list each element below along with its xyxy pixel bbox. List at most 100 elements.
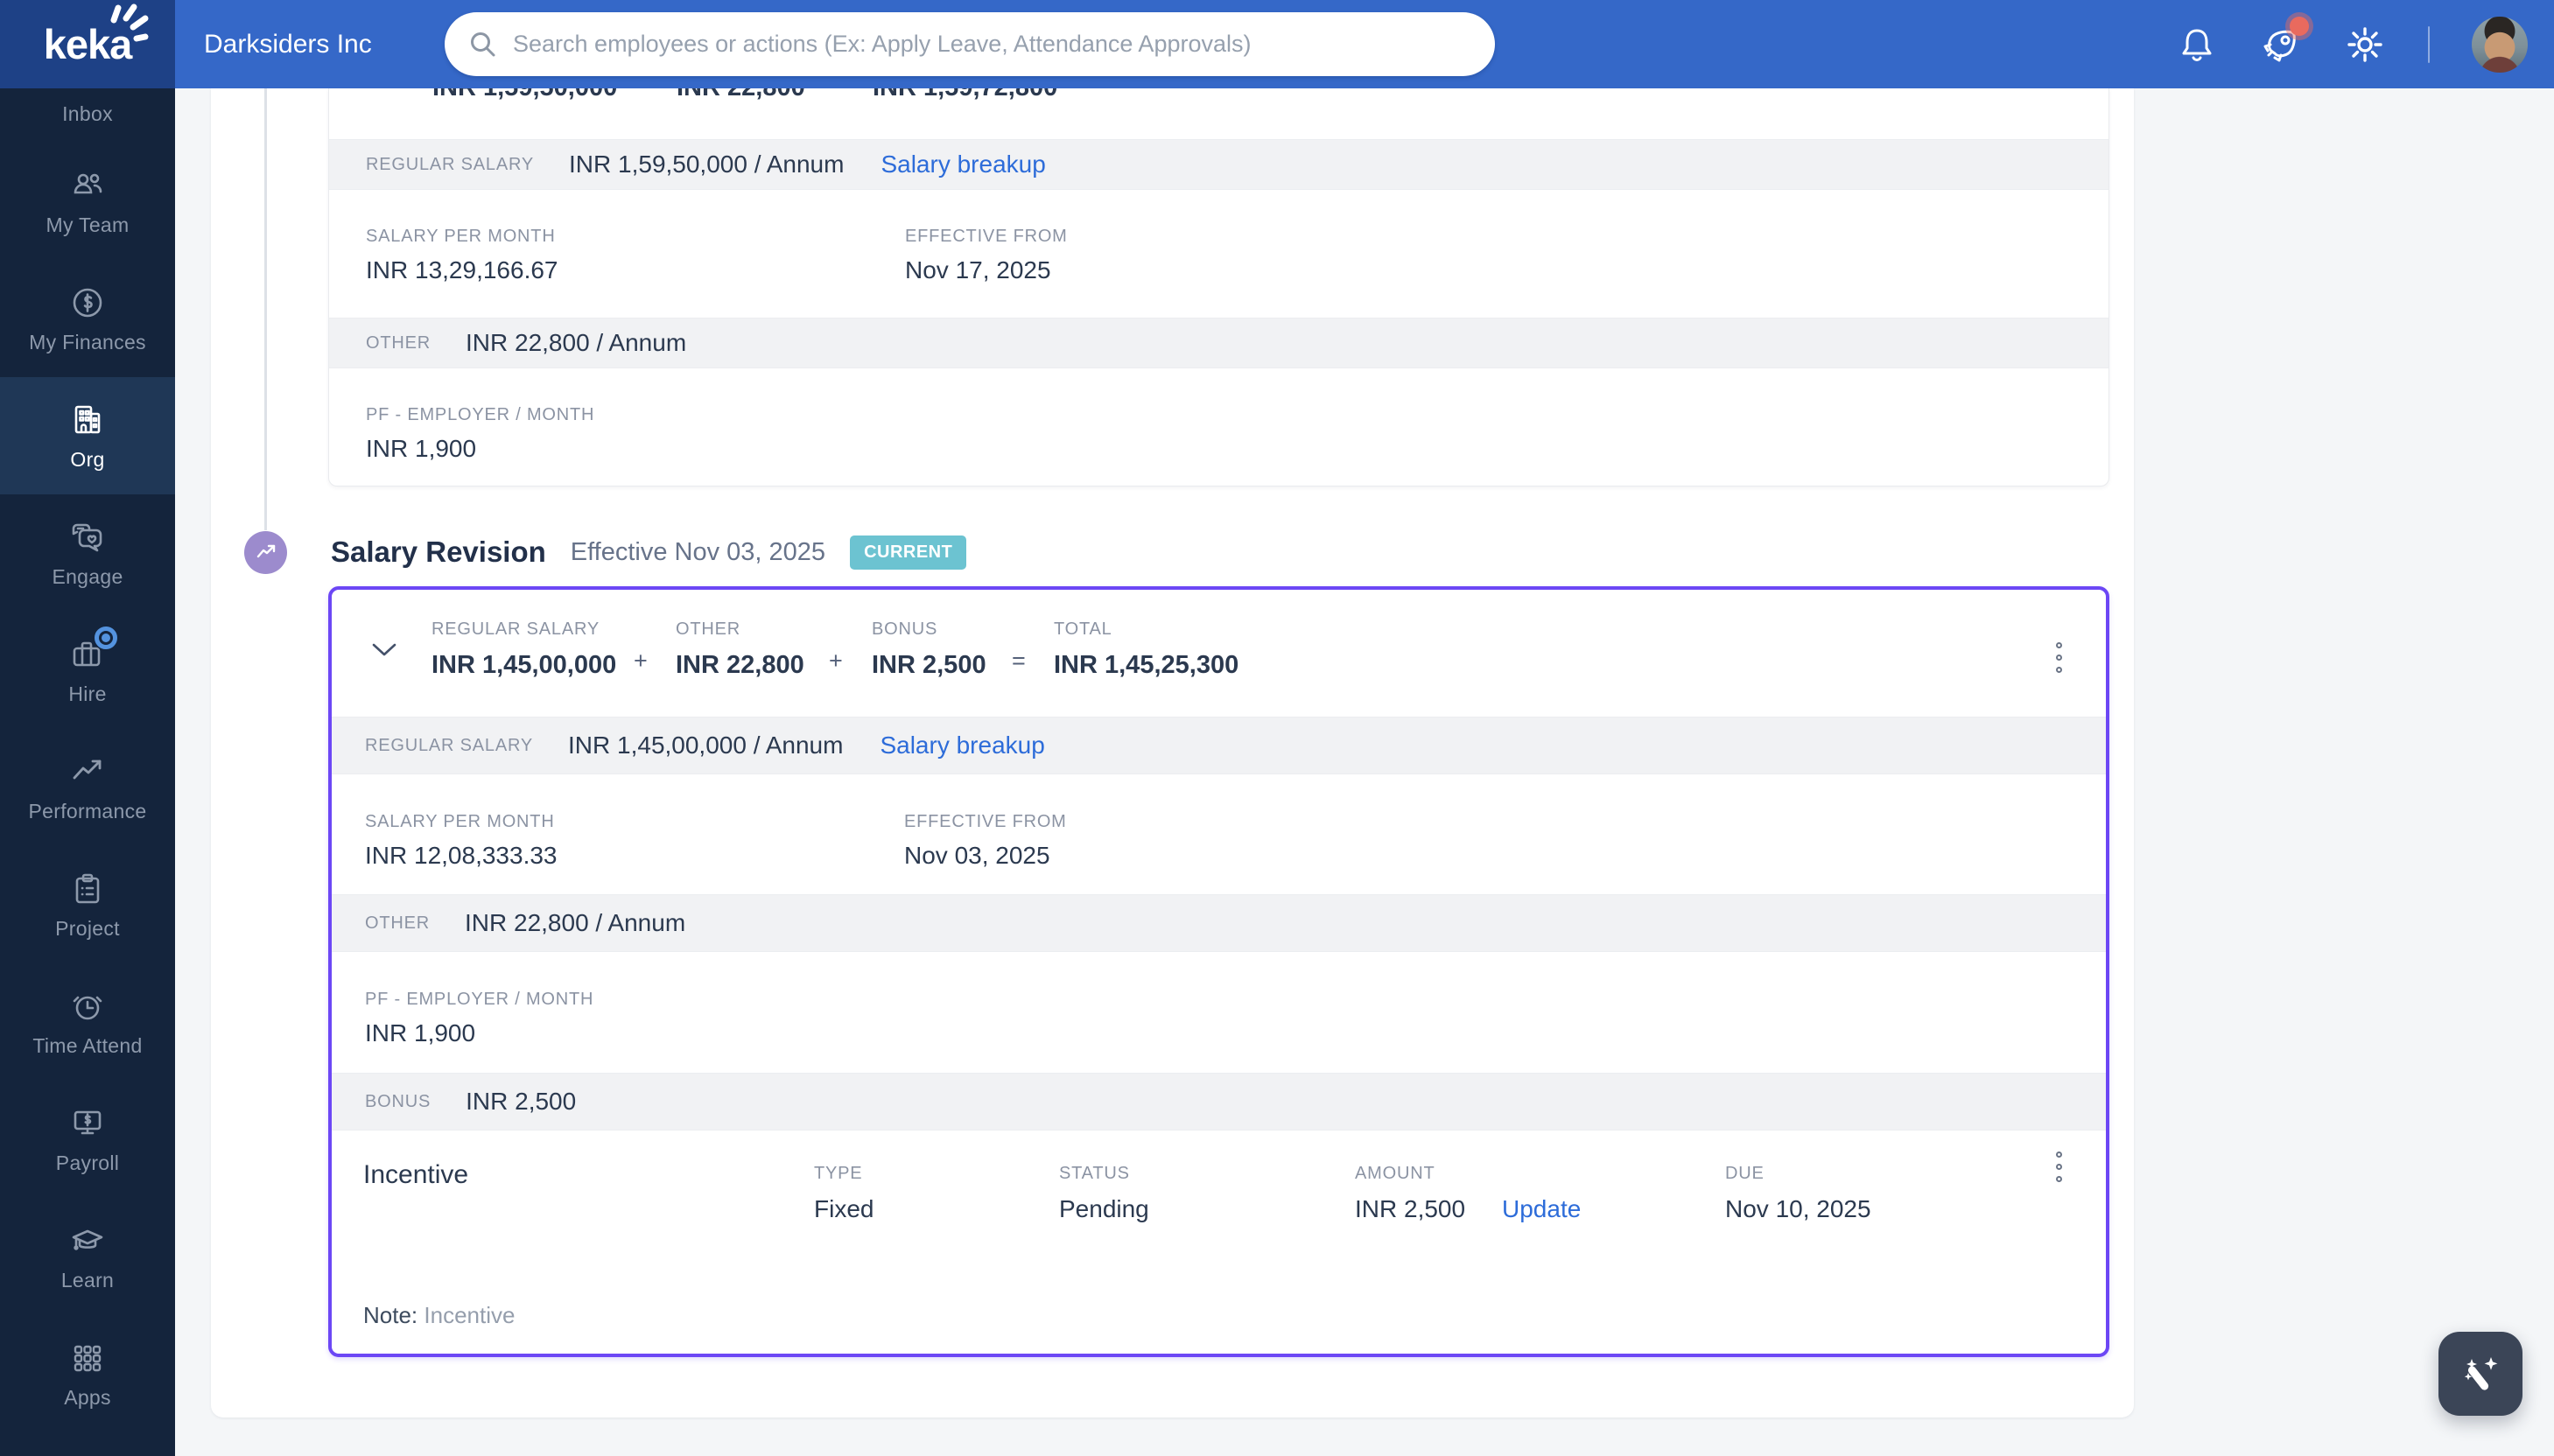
- summary-total: TOTAL INR 1,45,25,300: [1054, 620, 1238, 680]
- dollar-circle-icon: [68, 284, 107, 322]
- plus-operator: +: [634, 648, 648, 674]
- bonus-value: INR 2,500: [466, 1088, 577, 1115]
- payroll-monitor-icon: [68, 1104, 107, 1143]
- sidebar-item-time-attend[interactable]: Time Attend: [0, 963, 175, 1081]
- regular-salary-value: INR 1,45,00,000 / Annum: [568, 732, 844, 759]
- update-amount-link[interactable]: Update: [1502, 1195, 1581, 1223]
- hire-new-badge: [95, 626, 117, 649]
- regular-salary-row: REGULAR SALARY INR 1,45,00,000 / Annum S…: [332, 717, 2106, 774]
- sidebar-item-apps[interactable]: Apps: [0, 1315, 175, 1432]
- incentive-due-value: Nov 10, 2025: [1725, 1195, 1871, 1222]
- sidebar-item-inbox[interactable]: Inbox: [0, 88, 175, 143]
- salary-breakup-link[interactable]: Salary breakup: [880, 732, 1044, 760]
- sidebar-item-project[interactable]: Project: [0, 846, 175, 963]
- keka-logo[interactable]: keka: [0, 0, 175, 88]
- sidebar-item-engage[interactable]: Engage: [0, 494, 175, 612]
- user-avatar[interactable]: [2472, 16, 2528, 73]
- effective-from-value: Nov 03, 2025: [904, 842, 1050, 869]
- project-clipboard-icon: [68, 870, 107, 908]
- summary-regular-value: INR 1,45,00,000: [432, 651, 617, 679]
- regular-salary-label: REGULAR SALARY: [365, 735, 534, 755]
- salary-breakup-link[interactable]: Salary breakup: [881, 150, 1045, 178]
- sidebar-item-label: My Team: [46, 213, 130, 236]
- other-value: INR 22,800 / Annum: [466, 329, 687, 356]
- incentive-type-value: Fixed: [814, 1195, 874, 1222]
- sidebar-nav: Inbox My Team My Finances Org Engage Hir…: [0, 88, 175, 1456]
- pf-employer-value: INR 1,900: [366, 435, 477, 462]
- incentive-menu-kebab-icon[interactable]: [2051, 1146, 2067, 1187]
- note-label: Note:: [363, 1302, 418, 1328]
- sidebar-item-label: My Finances: [29, 330, 146, 354]
- magic-assistant-fab[interactable]: [2438, 1332, 2522, 1416]
- other-row: OTHER INR 22,800 / Annum: [332, 894, 2106, 952]
- incentive-type-label: TYPE: [814, 1164, 863, 1183]
- hire-briefcase-icon: [68, 626, 117, 674]
- other-label: OTHER: [366, 332, 431, 353]
- other-value: INR 22,800 / Annum: [465, 909, 686, 936]
- peek-regular-value: INR 1,59,50,000: [432, 88, 617, 102]
- apps-grid-icon: [68, 1339, 107, 1377]
- summary-other: OTHER INR 22,800: [676, 620, 804, 680]
- sidebar-item-label: Hire: [68, 682, 107, 705]
- summary-bonus-value: INR 2,500: [872, 651, 986, 679]
- incentive-due-label: DUE: [1725, 1164, 1765, 1183]
- whats-new-button[interactable]: [2260, 16, 2309, 66]
- sidebar-item-label: Time Attend: [32, 1033, 143, 1057]
- sidebar-item-hire[interactable]: Hire: [0, 612, 175, 729]
- salary-history-panel: INR 1,59,50,000 INR 22,800 INR 1,59,72,8…: [211, 88, 2134, 1418]
- incentive-name: Incentive: [363, 1160, 469, 1189]
- salary-per-month-value: INR 12,08,333.33: [365, 842, 558, 869]
- summary-total-value: INR 1,45,25,300: [1054, 651, 1239, 679]
- performance-trend-icon: [68, 752, 107, 791]
- other-row: OTHER INR 22,800 / Annum: [329, 318, 2108, 368]
- topbar-divider: [2428, 25, 2430, 63]
- incentive-status-label: STATUS: [1059, 1164, 1130, 1183]
- search-input[interactable]: [513, 18, 1469, 71]
- sidebar-item-label: Performance: [28, 799, 147, 822]
- search-icon: [471, 32, 495, 56]
- collapse-chevron-icon[interactable]: [371, 641, 397, 657]
- summary-other-value: INR 22,800: [676, 651, 804, 679]
- sidebar-item-org[interactable]: Org: [0, 377, 175, 494]
- notifications-button[interactable]: [2176, 24, 2218, 66]
- incentive-amount-value: INR 2,500: [1355, 1195, 1466, 1222]
- summary-bonus-label: BONUS: [872, 620, 938, 639]
- sidebar-item-payroll[interactable]: Payroll: [0, 1081, 175, 1198]
- summary-regular: REGULAR SALARY INR 1,45,00,000: [432, 620, 616, 680]
- sidebar-item-my-finances[interactable]: My Finances: [0, 260, 175, 377]
- summary-bonus: BONUS INR 2,500: [872, 620, 986, 680]
- sidebar-item-my-team[interactable]: My Team: [0, 143, 175, 260]
- effective-from-label: EFFECTIVE FROM: [905, 227, 1068, 246]
- gear-icon: [2347, 26, 2382, 62]
- card-menu-kebab-icon[interactable]: [2051, 637, 2067, 678]
- summary-total-label: TOTAL: [1054, 620, 1112, 639]
- bell-icon: [2182, 29, 2212, 61]
- peek-other-value: INR 22,800: [677, 88, 805, 102]
- sidebar-item-label: Project: [55, 916, 120, 940]
- sidebar-item-label: Inbox: [62, 102, 113, 125]
- graduation-cap-icon: [68, 1222, 107, 1260]
- salary-per-month-value: INR 13,29,166.67: [366, 256, 558, 284]
- salary-per-month-label: SALARY PER MONTH: [366, 227, 556, 246]
- summary-other-label: OTHER: [676, 620, 740, 639]
- effective-from-label: EFFECTIVE FROM: [904, 812, 1067, 831]
- top-bar: keka Darksiders Inc: [0, 0, 2554, 88]
- global-search[interactable]: [445, 12, 1495, 76]
- incentive-note: Note: Incentive: [363, 1302, 515, 1329]
- sidebar-item-label: Learn: [60, 1268, 115, 1292]
- previous-summary-peek: INR 1,59,50,000 INR 22,800 INR 1,59,72,8…: [329, 88, 2108, 103]
- team-icon: [68, 166, 107, 205]
- previous-revision-card: INR 1,59,50,000 INR 22,800 INR 1,59,72,8…: [328, 88, 2109, 486]
- trend-up-icon: [256, 544, 275, 557]
- company-name: Darksiders Inc: [204, 29, 372, 59]
- settings-button[interactable]: [2344, 24, 2386, 66]
- revision-header: Salary Revision Effective Nov 03, 2025 C…: [331, 526, 967, 578]
- current-revision-card: REGULAR SALARY INR 1,45,00,000 + OTHER I…: [328, 586, 2109, 1357]
- note-text: Incentive: [424, 1302, 516, 1328]
- regular-salary-label: REGULAR SALARY: [366, 154, 535, 174]
- other-label: OTHER: [365, 913, 430, 933]
- pf-employer-label: PF - EMPLOYER / MONTH: [365, 990, 594, 1009]
- sidebar-item-learn[interactable]: Learn: [0, 1198, 175, 1315]
- incentive-status-value: Pending: [1059, 1195, 1149, 1222]
- sidebar-item-performance[interactable]: Performance: [0, 729, 175, 846]
